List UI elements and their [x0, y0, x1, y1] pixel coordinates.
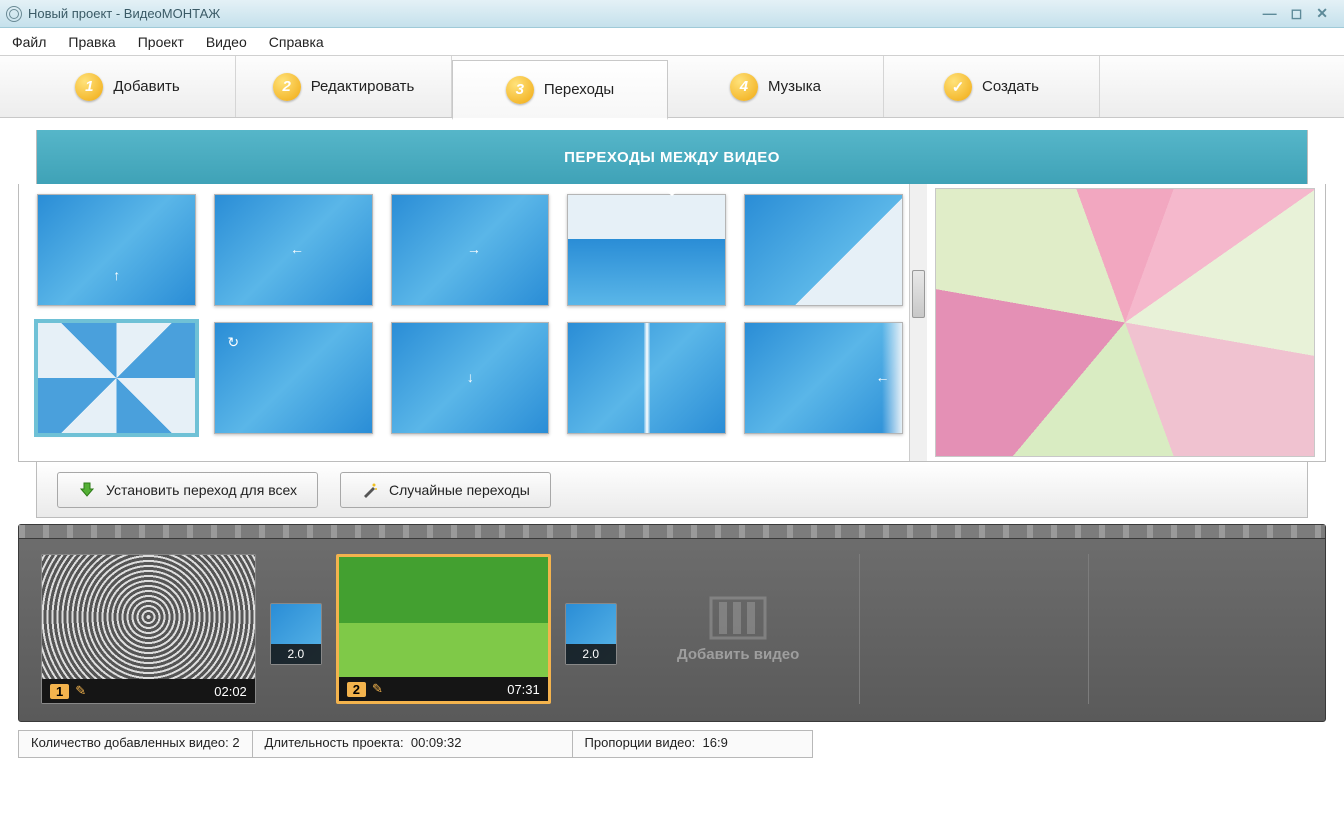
- empty-slot: [859, 554, 1074, 704]
- clip-thumbnail: [42, 555, 255, 679]
- menu-help[interactable]: Справка: [269, 34, 324, 50]
- maximize-button[interactable]: ◻: [1291, 5, 1303, 22]
- scrollbar-thumb[interactable]: [912, 270, 925, 318]
- workflow-tabs: 1 Добавить 2 Редактировать 3 Переходы 4 …: [0, 56, 1344, 118]
- add-video-label: Добавить видео: [677, 646, 799, 663]
- button-label: Случайные переходы: [389, 482, 530, 498]
- apply-all-button[interactable]: Установить переход для всех: [57, 472, 318, 508]
- tab-label: Переходы: [544, 81, 614, 98]
- clip-thumbnail: [339, 557, 548, 677]
- menu-video[interactable]: Видео: [206, 34, 247, 50]
- arrow-down-icon: [78, 481, 96, 499]
- transition-duration: 2.0: [582, 647, 599, 661]
- tab-label: Музыка: [768, 78, 821, 95]
- button-label: Установить переход для всех: [106, 482, 297, 498]
- tab-label: Создать: [982, 78, 1039, 95]
- timeline-transition[interactable]: 2.0: [270, 603, 322, 665]
- menu-bar: Файл Правка Проект Видео Справка: [0, 28, 1344, 56]
- transition-thumb[interactable]: ↓: [391, 322, 550, 434]
- menu-edit[interactable]: Правка: [68, 34, 115, 50]
- clip-index: 2: [347, 682, 366, 697]
- step-number-icon: 3: [506, 76, 534, 104]
- status-bar: Количество добавленных видео: 2 Длительн…: [18, 730, 1326, 758]
- preview-pane: [927, 184, 1325, 461]
- menu-file[interactable]: Файл: [12, 34, 46, 50]
- transition-duration: 2.0: [287, 647, 304, 661]
- transition-thumb[interactable]: [567, 194, 726, 306]
- transition-thumb[interactable]: ↻: [214, 322, 373, 434]
- pencil-icon[interactable]: ✎: [372, 681, 383, 697]
- app-icon: [6, 6, 22, 22]
- timeline-transition[interactable]: 2.0: [565, 603, 617, 665]
- tab-transitions[interactable]: 3 Переходы: [452, 60, 668, 120]
- transition-thumb[interactable]: ←: [744, 322, 903, 434]
- vertical-scrollbar[interactable]: [909, 184, 927, 461]
- tab-music[interactable]: 4 Музыка: [668, 56, 884, 117]
- transition-thumb[interactable]: ←: [214, 194, 373, 306]
- clip-index: 1: [50, 684, 69, 699]
- transition-thumb-selected[interactable]: [37, 322, 196, 434]
- tab-label: Добавить: [113, 78, 179, 95]
- step-number-icon: 4: [730, 73, 758, 101]
- main-content: ↑ ← → ↻ ↓ ←: [18, 184, 1326, 462]
- window-title: Новый проект - ВидеоМОНТАЖ: [28, 6, 220, 21]
- tab-create[interactable]: Создать: [884, 56, 1100, 117]
- status-duration: Длительность проекта: 00:09:32: [253, 730, 573, 758]
- transitions-grid[interactable]: ↑ ← → ↻ ↓ ←: [19, 184, 909, 461]
- add-video-button[interactable]: Добавить видео: [631, 554, 846, 704]
- transition-thumb[interactable]: →: [391, 194, 550, 306]
- close-button[interactable]: ✕: [1316, 5, 1328, 22]
- tab-edit[interactable]: 2 Редактировать: [236, 56, 452, 117]
- actions-bar: Установить переход для всех Случайные пе…: [36, 462, 1308, 518]
- transition-thumb[interactable]: ↑: [37, 194, 196, 306]
- random-transitions-button[interactable]: Случайные переходы: [340, 472, 551, 508]
- timeline: 1 ✎ 02:02 2.0 2 ✎ 07:31 2.0: [18, 524, 1326, 722]
- section-banner: ПЕРЕХОДЫ МЕЖДУ ВИДЕО: [36, 130, 1308, 184]
- magic-wand-icon: [361, 481, 379, 499]
- timeline-clip[interactable]: 1 ✎ 02:02: [41, 554, 256, 704]
- clip-duration: 02:02: [214, 684, 247, 699]
- transition-thumb[interactable]: [744, 194, 903, 306]
- tab-label: Редактировать: [311, 78, 415, 95]
- title-bar: Новый проект - ВидеоМОНТАЖ — ◻ ✕: [0, 0, 1344, 28]
- tab-add[interactable]: 1 Добавить: [20, 56, 236, 117]
- status-count: Количество добавленных видео: 2: [18, 730, 253, 758]
- status-ratio: Пропорции видео: 16:9: [573, 730, 813, 758]
- minimize-button[interactable]: —: [1263, 5, 1277, 22]
- step-number-icon: 2: [273, 73, 301, 101]
- clip-duration: 07:31: [507, 682, 540, 697]
- banner-text: ПЕРЕХОДЫ МЕЖДУ ВИДЕО: [564, 149, 780, 166]
- timeline-ruler: [19, 525, 1325, 539]
- menu-project[interactable]: Проект: [138, 34, 184, 50]
- timeline-clip-selected[interactable]: 2 ✎ 07:31: [336, 554, 551, 704]
- pencil-icon[interactable]: ✎: [75, 683, 86, 699]
- film-icon: [709, 596, 767, 640]
- step-check-icon: [944, 73, 972, 101]
- step-number-icon: 1: [75, 73, 103, 101]
- transition-thumb[interactable]: [567, 322, 726, 434]
- empty-slot: [1088, 554, 1303, 704]
- preview-image: [935, 188, 1315, 457]
